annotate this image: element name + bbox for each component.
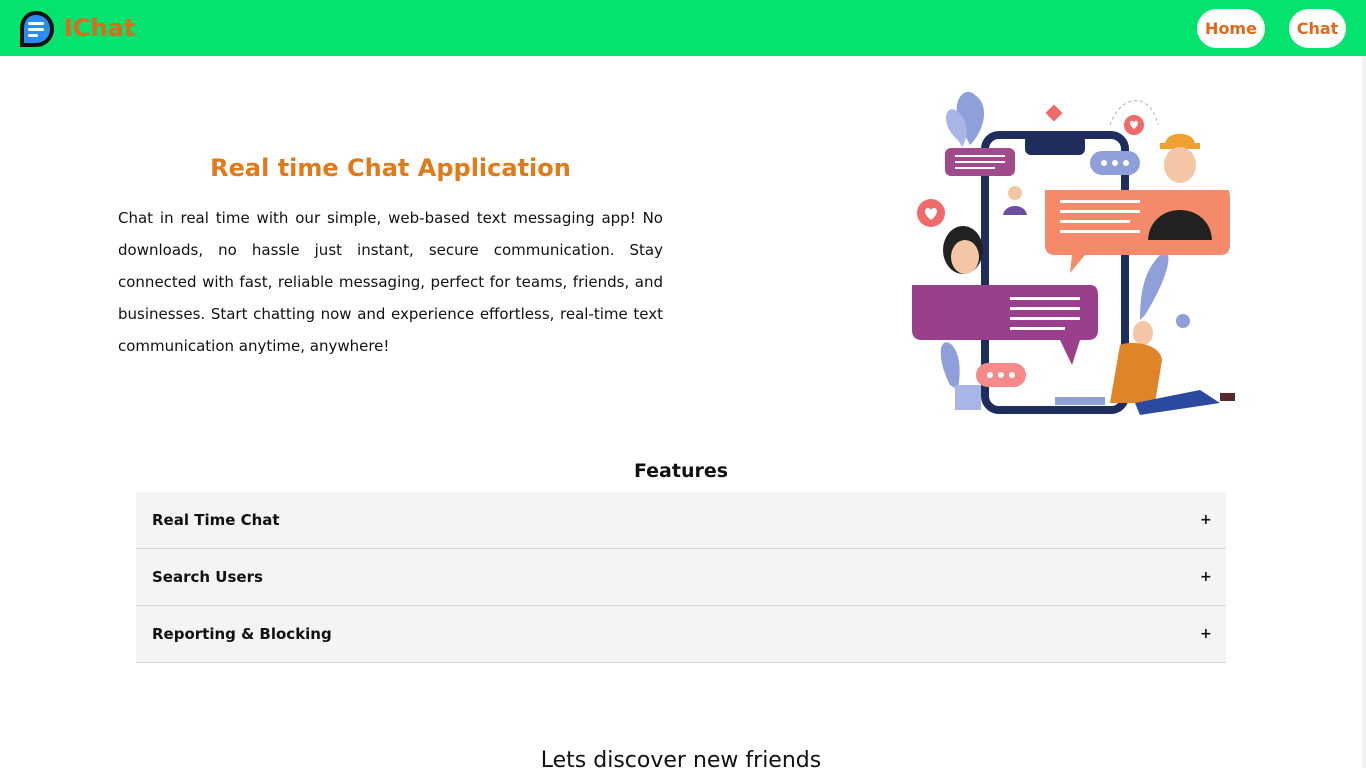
chat-app-illustration bbox=[912, 91, 1235, 415]
discover-title: Lets discover new friends bbox=[540, 748, 822, 773]
plus-icon[interactable]: + bbox=[1200, 569, 1212, 585]
plus-icon[interactable]: + bbox=[1200, 512, 1212, 528]
navbar: IChat Home Chat bbox=[0, 0, 1366, 56]
nav-home-button[interactable]: Home bbox=[1197, 9, 1265, 48]
accordion-item-reporting-blocking[interactable]: Reporting & Blocking + bbox=[136, 606, 1226, 663]
plus-icon[interactable]: + bbox=[1200, 626, 1212, 642]
features-title: Features bbox=[633, 460, 729, 482]
accordion-label: Search Users bbox=[152, 568, 263, 586]
accordion-label: Real Time Chat bbox=[152, 511, 280, 529]
chat-bubble-lines-icon[interactable] bbox=[16, 9, 56, 49]
accordion-item-search-users[interactable]: Search Users + bbox=[136, 549, 1226, 606]
brand-name[interactable]: IChat bbox=[64, 13, 135, 43]
hero-title: Real time Chat Application bbox=[210, 154, 571, 182]
hero-description: Chat in real time with our simple, web-b… bbox=[118, 209, 663, 355]
features-accordion: Real Time Chat + Search Users + Reportin… bbox=[136, 492, 1226, 663]
accordion-item-real-time-chat[interactable]: Real Time Chat + bbox=[136, 492, 1226, 549]
scrollbar[interactable] bbox=[1362, 56, 1366, 768]
nav-chat-button[interactable]: Chat bbox=[1289, 9, 1346, 48]
accordion-label: Reporting & Blocking bbox=[152, 625, 332, 643]
